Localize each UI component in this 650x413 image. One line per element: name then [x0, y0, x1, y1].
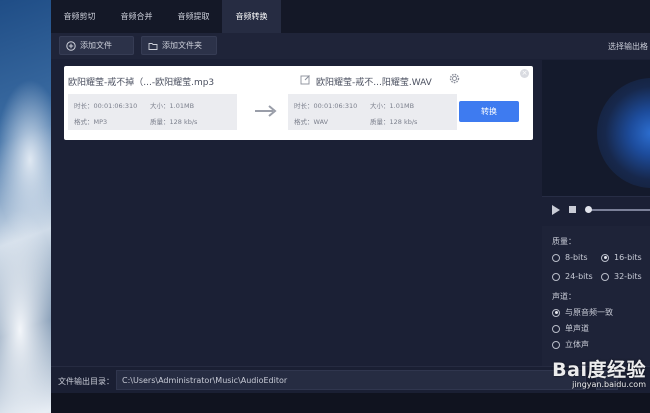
output-settings-panel: 质量： 8-bits 16-bits 24-bits 32-bits 声道： 与… [542, 226, 650, 366]
add-file-label: 添加文件 [80, 41, 112, 50]
source-size: 大小：1.01MB [150, 102, 195, 110]
target-duration: 时长：00:01:06:310 [294, 102, 358, 110]
tab-audio-merge[interactable]: 音频合并 [108, 0, 165, 33]
tab-audio-convert[interactable]: 音频转换 [222, 0, 281, 33]
target-file-name: 欧阳耀莹-戒不...阳耀莹.WAV [316, 78, 432, 88]
target-quality: 质量：128 kb/s [370, 118, 418, 126]
add-folder-button[interactable]: 添加文件夹 [141, 36, 217, 55]
option-channel-stereo-label: 立体声 [565, 340, 589, 349]
tab-bar: 音频剪切 音频合并 音频提取 音频转换 [51, 0, 650, 33]
file-item-card: × 欧阳耀莹-戒不掉（...-欧阳耀莹.mp3 欧阳耀莹-戒不...阳耀莹.WA… [64, 66, 533, 140]
output-format-label: 选择输出格 [608, 42, 648, 51]
convert-button[interactable]: 转换 [459, 101, 519, 122]
stop-icon[interactable] [569, 206, 576, 213]
option-16-bits[interactable]: 16-bits [601, 253, 642, 262]
add-circle-icon [66, 40, 76, 51]
option-8-bits-label: 8-bits [565, 253, 588, 262]
add-folder-label: 添加文件夹 [162, 41, 202, 50]
option-32-bits[interactable]: 32-bits [601, 272, 642, 281]
close-icon: × [521, 69, 528, 77]
seek-bar[interactable] [587, 209, 650, 211]
add-file-button[interactable]: 添加文件 [59, 36, 134, 55]
option-24-bits-label: 24-bits [565, 272, 593, 281]
option-16-bits-label: 16-bits [614, 253, 642, 262]
source-meta-panel: 时长：00:01:06:310 大小：1.01MB 格式：MP3 质量：128 … [68, 94, 237, 130]
source-quality: 质量：128 kb/s [150, 118, 198, 126]
watermark-logo: Bai度经验 [552, 359, 646, 381]
option-channel-stereo[interactable]: 立体声 [552, 339, 589, 350]
option-channel-mono-label: 单声道 [565, 324, 589, 333]
app-window: 音频剪切 音频合并 音频提取 音频转换 添加文件 添加文件夹 选择输出格 × 欧… [51, 0, 650, 413]
arrow-right-icon [255, 105, 277, 117]
tab-audio-cut[interactable]: 音频剪切 [51, 0, 108, 33]
remove-file-button[interactable]: × [520, 69, 529, 78]
seek-handle[interactable] [585, 206, 592, 213]
play-icon[interactable] [551, 204, 561, 216]
edit-icon[interactable] [300, 74, 311, 85]
output-path-field[interactable]: C:\Users\Administrator\Music\AudioEditor [116, 370, 586, 390]
disc-visual [597, 78, 650, 188]
folder-icon [148, 42, 158, 50]
channel-label: 声道： [552, 292, 576, 301]
player-controls [542, 196, 650, 226]
option-channel-mono[interactable]: 单声道 [552, 323, 589, 334]
source-duration: 时长：00:01:06:310 [74, 102, 138, 110]
bottom-strip [51, 393, 650, 413]
radio-channel-mono[interactable] [552, 324, 560, 333]
radio-16-bits[interactable] [601, 253, 609, 262]
option-channel-original[interactable]: 与原音频一致 [552, 307, 613, 318]
source-file-name: 欧阳耀莹-戒不掉（...-欧阳耀莹.mp3 [68, 78, 215, 88]
radio-8-bits[interactable] [552, 253, 560, 262]
target-format: 格式：WAV [294, 118, 329, 126]
radio-24-bits[interactable] [552, 272, 560, 281]
option-channel-original-label: 与原音频一致 [565, 308, 613, 317]
option-24-bits[interactable]: 24-bits [552, 272, 593, 281]
quality-label: 质量： [552, 237, 576, 246]
gear-icon[interactable] [449, 73, 460, 84]
output-dir-label: 文件输出目录： [58, 377, 114, 386]
tab-audio-extract[interactable]: 音频提取 [165, 0, 222, 33]
radio-channel-original[interactable] [552, 308, 560, 317]
option-8-bits[interactable]: 8-bits [552, 253, 588, 262]
radio-channel-stereo[interactable] [552, 340, 560, 349]
target-size: 大小：1.01MB [370, 102, 415, 110]
target-meta-panel: 时长：00:01:06:310 大小：1.01MB 格式：WAV 质量：128 … [288, 94, 457, 130]
option-32-bits-label: 32-bits [614, 272, 642, 281]
toolbar: 添加文件 添加文件夹 选择输出格 [51, 33, 650, 59]
watermark: Bai度经验 jingyan.baidu.com [552, 355, 646, 389]
preview-panel [542, 60, 650, 196]
radio-32-bits[interactable] [601, 272, 609, 281]
source-format: 格式：MP3 [74, 118, 108, 126]
